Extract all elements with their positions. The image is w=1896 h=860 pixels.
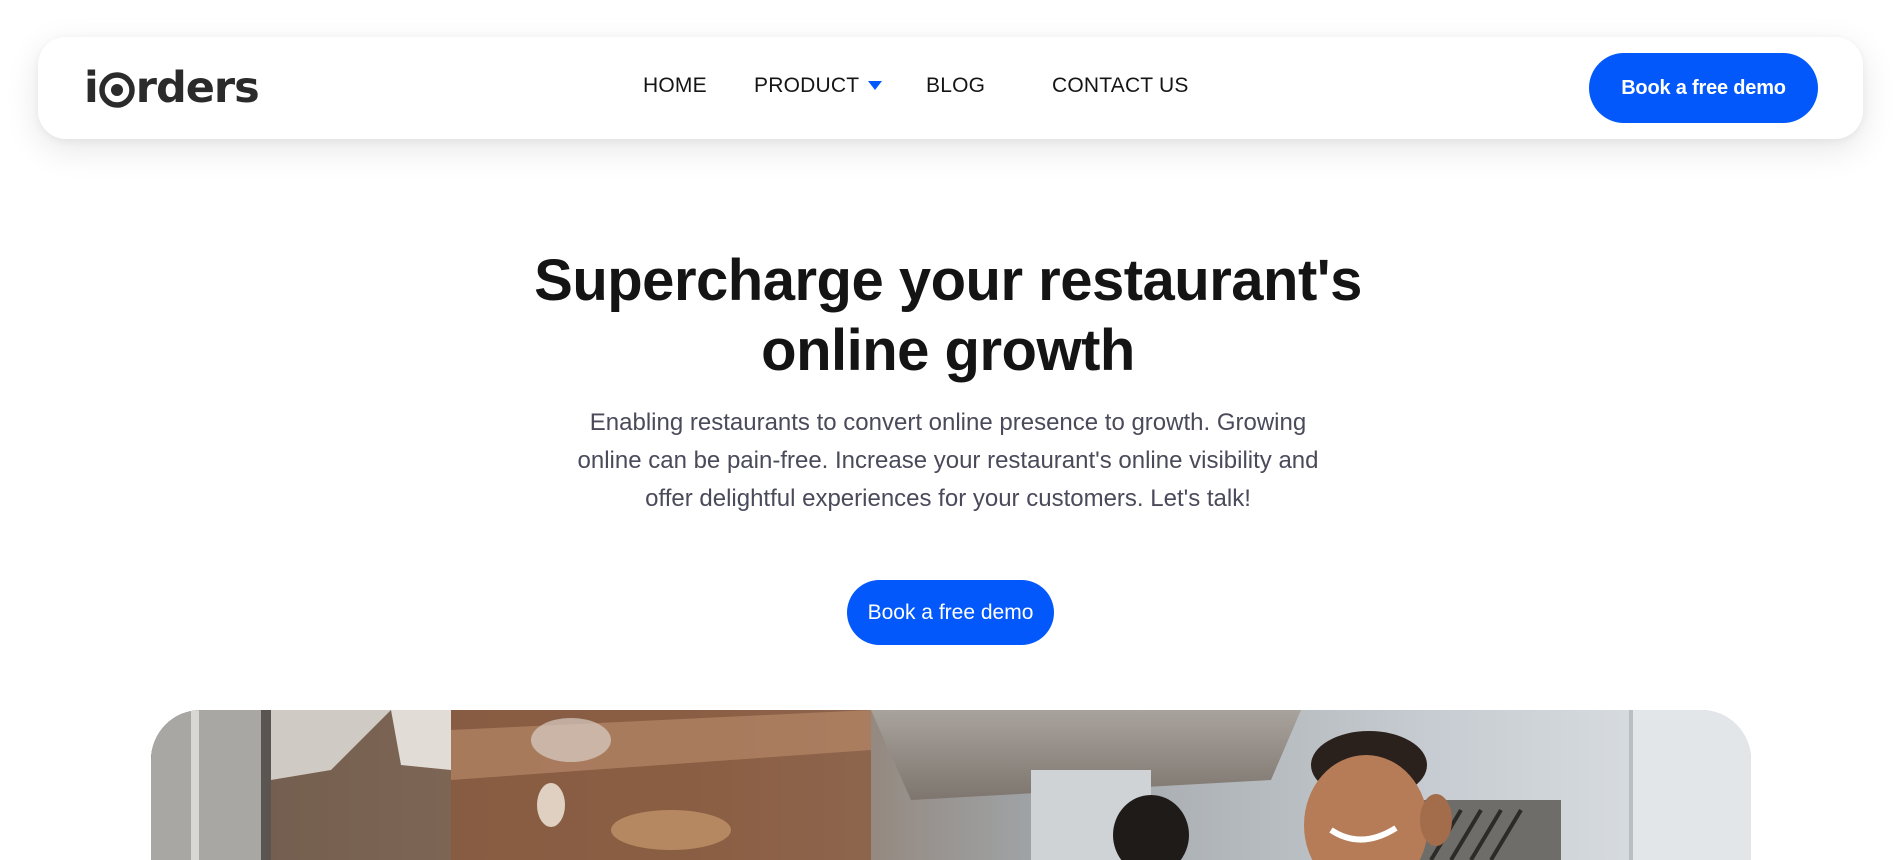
hero-title-line-1: Supercharge your restaurant's [534, 248, 1362, 313]
hero-subtitle: Enabling restaurants to convert online p… [498, 404, 1398, 518]
book-demo-button-header[interactable]: Book a free demo [1589, 53, 1818, 123]
caret-down-icon [868, 81, 883, 90]
hero-subtitle-line-2: online can be pain-free. Increase your r… [577, 447, 1319, 474]
iorders-logo[interactable]: i rders [84, 62, 260, 113]
nav-home-link[interactable]: HOME [643, 75, 707, 96]
hero-subtitle-line-1: Enabling restaurants to convert online p… [589, 409, 1307, 436]
hero-title: Supercharge your restaurant's online gro… [448, 246, 1448, 386]
hero-title-line-2: online growth [761, 318, 1135, 383]
nav-contact-link[interactable]: CONTACT US [1052, 75, 1189, 96]
nav-blog-link[interactable]: BLOG [926, 75, 985, 96]
book-demo-button-hero[interactable]: Book a free demo [847, 580, 1054, 645]
nav-product-dropdown[interactable]: PRODUCT [754, 74, 883, 97]
logo-suffix: rders [135, 62, 260, 113]
hero-kitchen-photo [151, 710, 1751, 860]
nav-product-label: PRODUCT [754, 74, 860, 97]
logo-target-icon [99, 72, 135, 108]
kitchen-photo-illustration [151, 710, 1751, 860]
top-navbar: i rders HOME PRODUCT BLOG CONTACT US Boo… [38, 37, 1863, 139]
hero-subtitle-line-3: offer delightful experiences for your cu… [645, 485, 1251, 512]
logo-prefix: i [84, 62, 99, 113]
